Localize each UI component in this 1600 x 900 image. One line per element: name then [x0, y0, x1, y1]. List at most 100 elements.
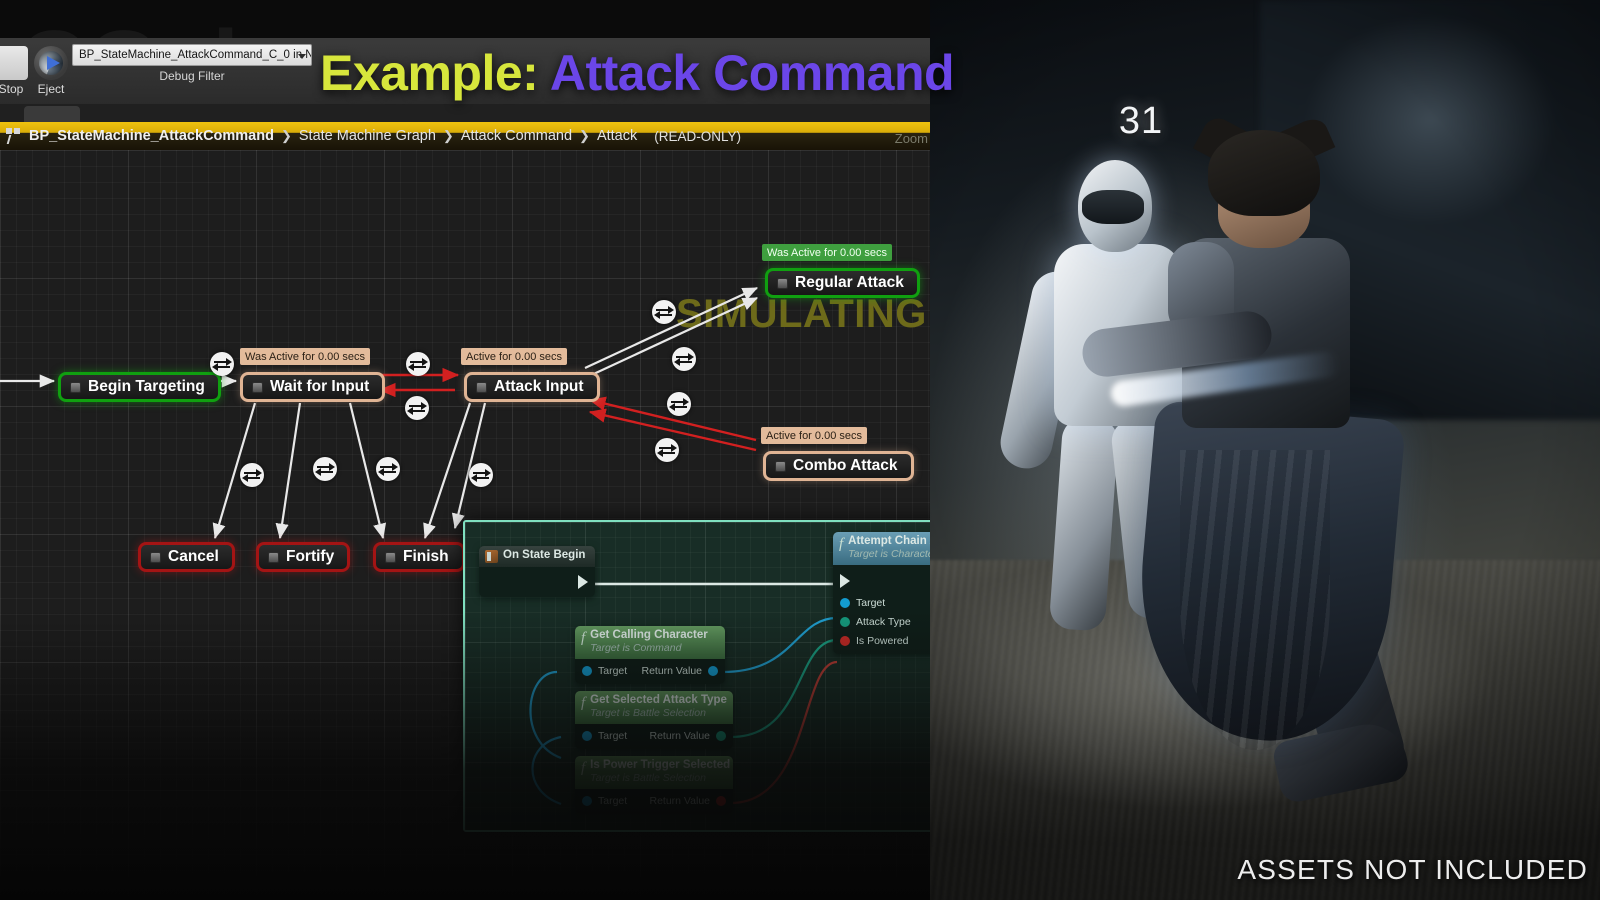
exec-in-pin[interactable]	[840, 573, 850, 588]
bp-node-header: f Is Power Trigger Selected Target is Batt…	[575, 756, 733, 789]
screenshot-root: 31 ASSETS NOT INCLUDED CGshopee.com Stop…	[0, 0, 1600, 900]
transition-rule-icon[interactable]	[240, 463, 264, 487]
pin-label: Return Value	[641, 665, 702, 678]
blueprint-graph-panel[interactable]: On State BeginfAttempt Chain AttackTarge…	[463, 520, 930, 832]
breadcrumb-item-3[interactable]: Attack	[597, 128, 637, 144]
input-pin[interactable]	[582, 731, 592, 742]
state-node-finish[interactable]: Finish	[373, 542, 465, 572]
breadcrumb-item-0[interactable]: BP_StateMachine_AttackCommand	[29, 128, 274, 144]
bp-node-attempt-chain-attack[interactable]: f Attempt Chain AttackTarget is Character…	[833, 532, 930, 654]
bp-node-subtitle: Target is Battle Selection	[590, 707, 706, 720]
page-title: Example: Attack Command	[320, 44, 955, 102]
data-pin[interactable]	[840, 636, 850, 647]
pin-label: Target	[856, 597, 886, 610]
bp-node-subtitle: Target is Battle Selection	[590, 772, 706, 785]
debug-filter-value: BP_StateMachine_AttackCommand_C_0 in NPC…	[79, 49, 312, 61]
state-node-wait-for-input[interactable]: Wait for Input	[240, 372, 386, 402]
breadcrumb-separator: ❯	[442, 128, 454, 143]
transition-rule-icon[interactable]	[210, 352, 234, 376]
bp-node-on-state-begin[interactable]: On State Begin	[479, 546, 595, 597]
input-pin[interactable]	[582, 796, 592, 807]
bp-node-header: f Get Selected Attack Type Target is Battl…	[575, 691, 733, 724]
assets-not-included-note: ASSETS NOT INCLUDED	[1237, 854, 1588, 885]
transition-rule-icon[interactable]	[313, 457, 337, 481]
pin-label: Target	[598, 730, 628, 743]
eject-button-label: Eject	[37, 82, 65, 96]
state-node-label: Cancel	[168, 548, 219, 565]
state-node-attack-input[interactable]: Attack Input	[464, 372, 600, 402]
bp-node-header: f Get Calling Character Target is Command	[575, 626, 725, 659]
state-node-label: Regular Attack	[795, 274, 904, 291]
transition-rule-icon[interactable]	[406, 352, 430, 376]
page-title-part-1: Example:	[320, 45, 539, 101]
game-viewport	[930, 0, 1600, 900]
bp-node-header: On State Begin	[479, 546, 595, 567]
bp-node-body	[479, 567, 595, 597]
exec-out-pin[interactable]	[578, 575, 588, 589]
readonly-badge: (READ-ONLY)	[654, 128, 741, 144]
zoom-indicator: Zoom	[894, 131, 928, 146]
function-icon: f	[581, 760, 586, 776]
bp-node-get-calling-character[interactable]: f Get Calling Character Target is Command T…	[575, 626, 725, 684]
bp-node-title: Is Power Trigger Selected	[590, 759, 731, 771]
transition-rule-icon[interactable]	[405, 396, 429, 420]
bp-node-row: Target Return Value	[575, 662, 725, 681]
debug-filter-dropdown[interactable]: BP_StateMachine_AttackCommand_C_0 in NPC…	[72, 44, 312, 66]
state-node-label: Begin Targeting	[88, 378, 205, 395]
output-pin[interactable]	[716, 796, 726, 807]
simulating-overlay: SIMULATING	[676, 292, 927, 336]
bp-node-title: Attempt Chain Attack	[848, 535, 930, 547]
viewport-vignette	[930, 0, 1600, 900]
bp-node-row: Target Return Value	[575, 727, 733, 746]
unreal-editor-pane: CGshopee.com Stop Eject BP_StateMachine_…	[0, 0, 930, 900]
input-pin[interactable]	[582, 666, 592, 677]
bp-node-subtitle: Target is Command	[590, 642, 682, 655]
state-node-icon	[385, 551, 396, 563]
bp-node-title: Get Calling Character	[590, 629, 708, 641]
state-node-icon	[777, 277, 788, 289]
bp-node-row: Target	[833, 594, 930, 613]
bp-node-row: Is Powered	[833, 632, 930, 651]
state-tooltip-combo-attack: Active for 0.00 secs	[761, 427, 867, 444]
state-node-combo-attack[interactable]: Combo Attack	[763, 451, 914, 481]
page-title-part-2: Attack Command	[538, 45, 955, 101]
breadcrumb-item-1[interactable]: State Machine Graph	[299, 128, 436, 144]
data-pin[interactable]	[840, 598, 850, 609]
output-pin[interactable]	[708, 666, 718, 677]
data-pin[interactable]	[840, 617, 850, 628]
eject-button[interactable]: Eject	[28, 42, 74, 100]
bp-node-row: Attack Type	[833, 613, 930, 632]
output-pin[interactable]	[716, 731, 726, 742]
bp-node-get-selected-attack-type[interactable]: f Get Selected Attack Type Target is Battl…	[575, 691, 733, 749]
state-node-label: Combo Attack	[793, 457, 898, 474]
state-node-begin-targeting[interactable]: Begin Targeting	[58, 372, 221, 402]
state-tooltip-regular-attack: Was Active for 0.00 secs	[762, 244, 893, 261]
transition-rule-icon[interactable]	[376, 457, 400, 481]
bp-node-row	[479, 570, 595, 594]
transition-rule-icon[interactable]	[655, 438, 679, 462]
bp-node-header: f Attempt Chain AttackTarget is Character…	[833, 532, 930, 565]
bp-node-is-power-trigger-selected[interactable]: f Is Power Trigger Selected Target is Batt…	[575, 756, 733, 814]
state-tooltip-wait-for-input: Was Active for 0.00 secs	[240, 348, 371, 365]
debug-filter-group: BP_StateMachine_AttackCommand_C_0 in NPC…	[72, 44, 312, 83]
state-node-icon	[476, 381, 487, 393]
pin-label: Return Value	[649, 795, 710, 808]
transition-rule-icon[interactable]	[672, 347, 696, 371]
state-node-regular-attack[interactable]: Regular Attack	[765, 268, 920, 298]
pin-label: Target	[598, 795, 628, 808]
transition-rule-icon[interactable]	[652, 300, 676, 324]
transition-rule-icon[interactable]	[469, 463, 493, 487]
pin-label: Return Value	[649, 730, 710, 743]
state-node-cancel[interactable]: Cancel	[138, 542, 235, 572]
graph-icon	[6, 127, 22, 145]
bp-node-body: Target Return Value	[575, 788, 733, 814]
transition-rule-icon[interactable]	[667, 392, 691, 416]
breadcrumb-item-2[interactable]: Attack Command	[461, 128, 572, 144]
state-node-label: Wait for Input	[270, 378, 370, 395]
state-node-label: Fortify	[286, 548, 335, 565]
pin-label: Attack Type	[856, 616, 911, 629]
state-tooltip-attack-input: Active for 0.00 secs	[461, 348, 567, 365]
state-node-icon	[252, 381, 263, 393]
state-node-fortify[interactable]: Fortify	[256, 542, 351, 572]
hit-counter: 31	[1118, 100, 1164, 142]
